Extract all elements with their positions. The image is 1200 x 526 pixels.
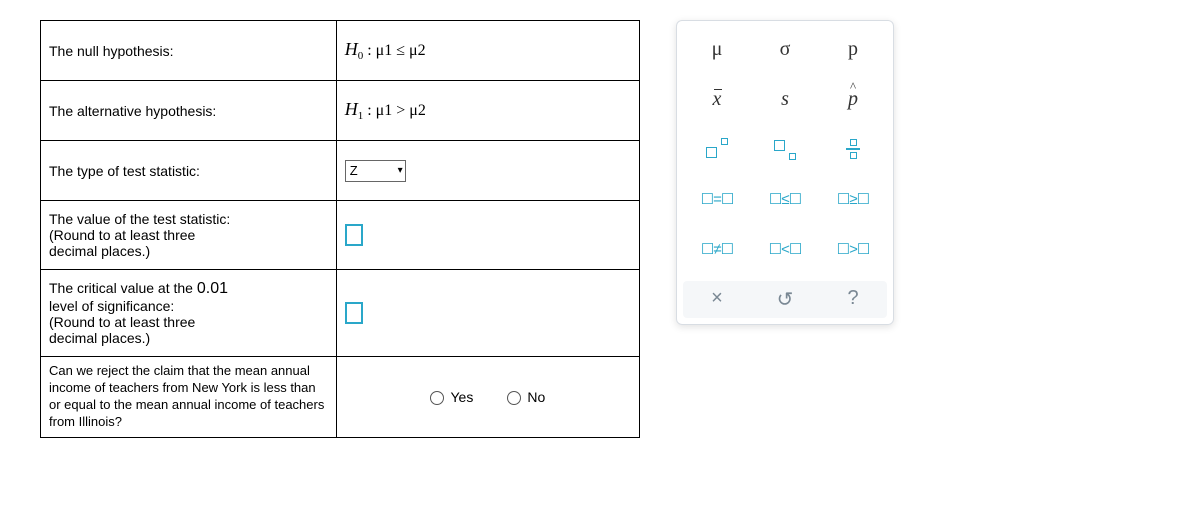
alt-hypothesis-value[interactable]: H1 : μ1 > μ2 (336, 81, 639, 141)
alt-hypothesis-label: The alternative hypothesis: (41, 81, 337, 141)
row-test-type: The type of test statistic: Z ▾ (41, 141, 640, 201)
symbol-phat[interactable]: p (823, 81, 883, 117)
row-null-hypothesis: The null hypothesis: H0 : μ1 ≤ μ2 (41, 21, 640, 81)
undo-button[interactable]: ↺ (755, 287, 815, 312)
question-options: Yes No (336, 357, 639, 438)
relation-le[interactable]: ☐≤☐ (755, 181, 815, 217)
null-hypothesis-label: The null hypothesis: (41, 21, 337, 81)
symbol-p[interactable]: p (823, 31, 883, 67)
test-value-cell (336, 201, 639, 270)
symbol-sigma[interactable]: σ (755, 31, 815, 67)
null-hypothesis-value[interactable]: H0 : μ1 ≤ μ2 (336, 21, 639, 81)
symbol-s[interactable]: s (755, 81, 815, 117)
option-yes[interactable]: Yes (430, 389, 473, 405)
critical-value-input[interactable] (345, 302, 363, 324)
relation-gt[interactable]: ☐>☐ (823, 231, 883, 267)
row-test-value: The value of the test statistic: (Round … (41, 201, 640, 270)
relation-lt[interactable]: ☐<☐ (755, 231, 815, 267)
radio-icon (430, 391, 444, 405)
test-value-input[interactable] (345, 224, 363, 246)
clear-button[interactable]: × (687, 287, 747, 312)
hypothesis-test-table: The null hypothesis: H0 : μ1 ≤ μ2 The al… (40, 20, 640, 438)
help-button[interactable]: ? (823, 287, 883, 312)
test-value-label: The value of the test statistic: (Round … (41, 201, 337, 270)
row-question: Can we reject the claim that the mean an… (41, 357, 640, 438)
symbol-palette: μ σ p x s p ☐=☐ ☐≤☐ ☐≥☐ ☐≠☐ ☐<☐ ☐>☐ × ↺ … (676, 20, 894, 325)
test-type-value: Z ▾ (336, 141, 639, 201)
option-no[interactable]: No (507, 389, 545, 405)
radio-icon (507, 391, 521, 405)
template-fraction[interactable] (823, 131, 883, 167)
relation-equal[interactable]: ☐=☐ (687, 181, 747, 217)
symbol-xbar[interactable]: x (687, 81, 747, 117)
chevron-down-icon: ▾ (398, 165, 403, 176)
row-critical-value: The critical value at the 0.01 level of … (41, 270, 640, 357)
palette-controls: × ↺ ? (683, 281, 887, 318)
row-alt-hypothesis: The alternative hypothesis: H1 : μ1 > μ2 (41, 81, 640, 141)
question-text: Can we reject the claim that the mean an… (41, 357, 337, 438)
test-type-label: The type of test statistic: (41, 141, 337, 201)
test-type-select[interactable]: Z ▾ (345, 160, 406, 182)
relation-neq[interactable]: ☐≠☐ (687, 231, 747, 267)
template-superscript[interactable] (687, 131, 747, 167)
symbol-mu[interactable]: μ (687, 31, 747, 67)
template-subscript[interactable] (755, 131, 815, 167)
critical-value-cell (336, 270, 639, 357)
relation-ge[interactable]: ☐≥☐ (823, 181, 883, 217)
critical-value-label: The critical value at the 0.01 level of … (41, 270, 337, 357)
